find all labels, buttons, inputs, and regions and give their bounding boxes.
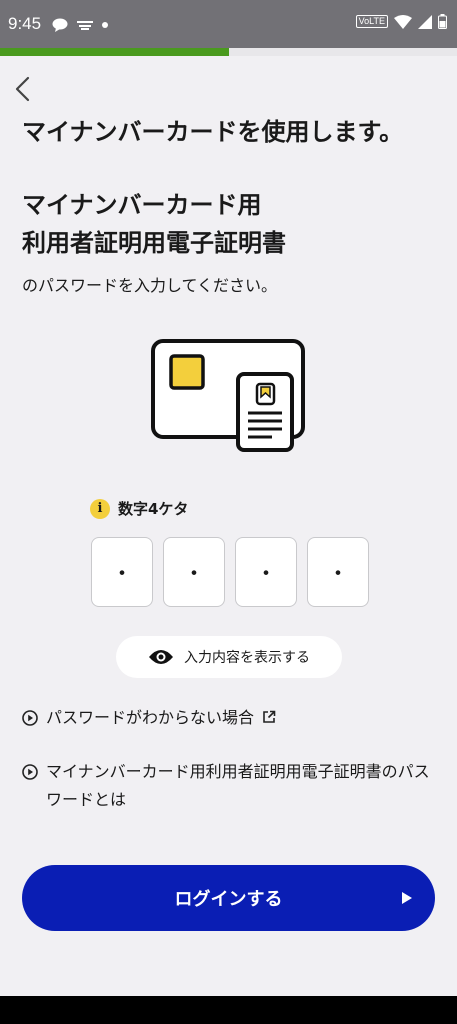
pin-hint-label: 数字4ケタ — [118, 500, 189, 518]
battery-icon — [438, 14, 447, 29]
login-button[interactable]: ログインする — [22, 865, 435, 931]
instruction-text: のパスワードを入力してください。 — [22, 276, 278, 295]
system-nav-bar — [0, 996, 457, 1024]
forgot-password-link[interactable]: パスワードがわからない場合 — [22, 704, 276, 732]
pin-input: ・ ・ ・ ・ — [91, 537, 369, 607]
chevron-left-icon — [15, 76, 30, 102]
page-title: マイナンバーカードを使用します。 — [22, 118, 404, 146]
about-password-label: マイナンバーカード用利用者証明用電子証明書のパスワードとは — [46, 762, 430, 809]
dot-icon — [102, 22, 108, 28]
play-arrow-icon — [402, 892, 412, 904]
pin-digit-1[interactable]: ・ — [91, 537, 153, 607]
forgot-password-label: パスワードがわからない場合 — [46, 708, 255, 727]
signal-icon — [418, 14, 432, 29]
pin-digit-2[interactable]: ・ — [163, 537, 225, 607]
my-number-card-icon — [151, 339, 305, 452]
info-icon: i — [90, 498, 110, 519]
pin-digit-3[interactable]: ・ — [235, 537, 297, 607]
external-link-icon — [263, 710, 276, 723]
status-bar: 9:45 VoLTE — [0, 0, 457, 48]
notification-icon — [77, 21, 93, 30]
show-input-toggle[interactable]: 入力内容を表示する — [116, 636, 342, 678]
status-right-icons: VoLTE — [355, 14, 447, 29]
play-circle-icon — [22, 764, 38, 780]
play-circle-icon — [22, 710, 38, 726]
pin-hint: i 数字4ケタ — [90, 498, 188, 519]
line-icon — [52, 18, 68, 32]
status-time: 9:45 — [8, 14, 42, 33]
subtitle-line-2: 利用者証明用電子証明書 — [22, 229, 286, 257]
progress-bar — [0, 48, 457, 56]
progress-fill — [0, 48, 229, 56]
subtitle-line-1: マイナンバーカード用 — [22, 191, 262, 219]
back-button[interactable] — [10, 74, 36, 104]
status-left-icons — [52, 16, 108, 34]
eye-icon — [149, 650, 173, 664]
show-input-label: 入力内容を表示する — [184, 650, 310, 666]
pin-digit-4[interactable]: ・ — [307, 537, 369, 607]
login-button-label: ログインする — [174, 889, 283, 910]
subtitle: マイナンバーカード用 利用者証明用電子証明書 — [22, 186, 286, 262]
volte-icon: VoLTE — [355, 15, 388, 28]
about-password-link[interactable]: マイナンバーカード用利用者証明用電子証明書のパスワードとは — [22, 758, 432, 814]
wifi-icon — [394, 14, 412, 29]
